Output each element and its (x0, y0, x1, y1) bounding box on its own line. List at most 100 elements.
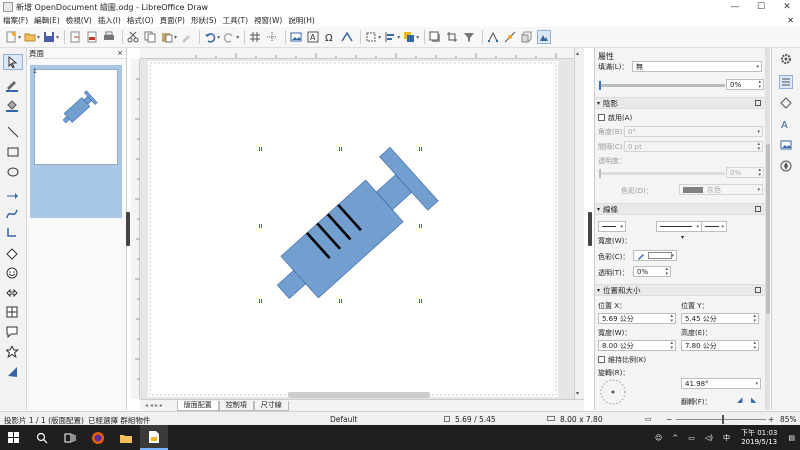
drawing-page[interactable] (148, 61, 558, 397)
maximize-button[interactable]: ☐ (748, 2, 774, 12)
document-modified-icon[interactable]: ▭ (645, 415, 652, 423)
flip-vertical-icon[interactable]: ◢ (737, 396, 742, 404)
line-width-dropdown-icon[interactable]: ▾ (681, 234, 684, 241)
shadow-enable-checkbox[interactable] (598, 114, 605, 121)
glue-points-icon[interactable] (503, 30, 517, 44)
insert-image-icon[interactable] (289, 30, 303, 44)
tab-dimension-lines[interactable]: 尺寸線 (253, 400, 289, 411)
selection-handle[interactable] (259, 299, 262, 303)
grid-icon[interactable] (248, 30, 262, 44)
export-icon[interactable] (68, 30, 82, 44)
shadow-transparency-field[interactable]: 0% ▴ ▾ (726, 167, 764, 178)
insert-special-character-icon[interactable]: Ω (323, 30, 337, 44)
save-icon[interactable] (42, 30, 56, 44)
scroll-up-arrow-icon[interactable]: ▴ (576, 50, 579, 57)
filter-icon[interactable] (462, 30, 476, 44)
clone-formatting-icon[interactable] (179, 30, 193, 44)
ellipse-tool-icon[interactable] (3, 164, 23, 180)
windows-start-icon[interactable] (0, 425, 28, 450)
line-tool-icon[interactable] (3, 124, 23, 140)
symbol-shapes-icon[interactable] (3, 265, 23, 281)
cut-icon[interactable] (126, 30, 140, 44)
curve-tool-icon[interactable] (3, 206, 23, 222)
flip-horizontal-icon[interactable]: ◣ (751, 396, 756, 404)
status-master-page[interactable]: Default (330, 415, 357, 424)
menu-window[interactable]: 視窗(W) (251, 15, 285, 26)
line-transparency-field[interactable]: 0% ▴ ▾ (633, 266, 671, 277)
points-icon[interactable] (486, 30, 500, 44)
menu-edit[interactable]: 編輯(E) (31, 15, 63, 26)
undo-icon[interactable] (203, 30, 217, 44)
position-y-field[interactable]: 5.45 公分 ▴ ▾ (681, 313, 759, 324)
zoom-level[interactable]: 85% (780, 415, 797, 424)
line-more-options-icon[interactable] (755, 206, 761, 212)
selection-handle[interactable] (419, 299, 422, 303)
ime-indicator[interactable]: 中 (723, 433, 730, 443)
line-color-icon[interactable] (3, 78, 23, 94)
area-transparency-slider-knob[interactable] (599, 81, 601, 90)
insert-textbox-icon[interactable]: A (306, 30, 320, 44)
taskbar-clock[interactable]: 下午 01:03 2019/5/13 (741, 429, 777, 447)
tab-controls[interactable]: 控制項 (218, 400, 254, 411)
horizontal-scrollbar-thumb[interactable] (288, 392, 430, 398)
shadow-distance-field[interactable]: 0 pt ▴ ▾ (624, 141, 763, 152)
position-size-more-options-icon[interactable] (755, 287, 761, 293)
sidebar-settings-gear-icon[interactable] (779, 52, 793, 66)
sidebar-scrollbar-thumb[interactable] (766, 144, 770, 314)
fontwork-icon[interactable] (340, 30, 354, 44)
volume-icon[interactable]: ◁) (705, 434, 713, 442)
search-icon[interactable] (28, 425, 56, 450)
shadow-icon[interactable] (428, 30, 442, 44)
block-arrows-icon[interactable] (3, 285, 23, 301)
people-icon[interactable]: ☺ (655, 434, 662, 442)
area-transparency-slider[interactable] (599, 84, 725, 87)
helplines-icon[interactable] (265, 30, 279, 44)
menu-format[interactable]: 格式(O) (124, 15, 157, 26)
fill-color-icon[interactable] (3, 98, 23, 114)
selection-handle[interactable] (339, 147, 342, 151)
menu-page[interactable]: 頁面(P) (157, 15, 188, 26)
menu-tools[interactable]: 工具(T) (220, 15, 251, 26)
selection-handle[interactable] (259, 147, 262, 151)
line-color-select[interactable]: ▾ (633, 250, 677, 261)
network-icon[interactable]: ▭ (688, 434, 695, 442)
selection-handle[interactable] (419, 147, 422, 151)
drawing-canvas-area[interactable] (140, 59, 574, 399)
select-icon[interactable] (3, 54, 23, 70)
menu-file[interactable]: 檔案(F) (0, 15, 31, 26)
tab-layout[interactable]: 版面配置 (176, 400, 219, 411)
show-hidden-icons-icon[interactable]: ^ (672, 434, 678, 442)
show-draw-functions-icon[interactable] (537, 30, 552, 44)
flowchart-icon[interactable] (3, 304, 23, 320)
menu-insert[interactable]: 插入(I) (95, 15, 124, 26)
arrow-line-tool-icon[interactable] (3, 188, 23, 204)
shadow-color-select[interactable]: 灰色 ▾ (679, 184, 763, 195)
vertical-scrollbar[interactable]: ▴ ▾ (574, 48, 584, 399)
menu-view[interactable]: 檢視(V) (63, 15, 95, 26)
rectangle-tool-icon[interactable] (3, 144, 23, 160)
selection-handle[interactable] (259, 224, 262, 228)
scroll-down-arrow-icon[interactable]: ▾ (576, 390, 579, 397)
properties-deck-icon[interactable] (779, 75, 793, 89)
zoom-in-button[interactable]: + (768, 415, 774, 424)
fontwork-deck-icon[interactable]: A (779, 117, 793, 131)
vertical-ruler[interactable] (131, 59, 140, 399)
redo-icon[interactable] (222, 30, 236, 44)
file-explorer-icon[interactable] (112, 425, 140, 450)
area-transparency-field[interactable]: 0% ▴ ▾ (726, 79, 764, 90)
page-pane-close-button[interactable]: × (117, 49, 123, 57)
minimize-button[interactable]: — (722, 2, 748, 12)
crop-icon[interactable] (445, 30, 459, 44)
print-icon[interactable] (102, 30, 116, 44)
copy-icon[interactable] (143, 30, 157, 44)
width-field[interactable]: 8.00 公分 ▴ ▾ (598, 340, 676, 351)
position-size-section-header[interactable]: ▾ 位置和大小 (595, 284, 765, 296)
export-pdf-icon[interactable] (85, 30, 99, 44)
navigator-deck-icon[interactable] (779, 159, 793, 173)
menu-shape[interactable]: 形狀(S) (188, 15, 220, 26)
line-end-arrow-select[interactable]: ▾ (701, 221, 727, 232)
shadow-transparency-slider[interactable] (599, 172, 725, 175)
callouts-icon[interactable] (3, 324, 23, 340)
zoom-slider-knob[interactable] (722, 415, 724, 424)
line-section-header[interactable]: ▾ 線條 (595, 203, 765, 215)
